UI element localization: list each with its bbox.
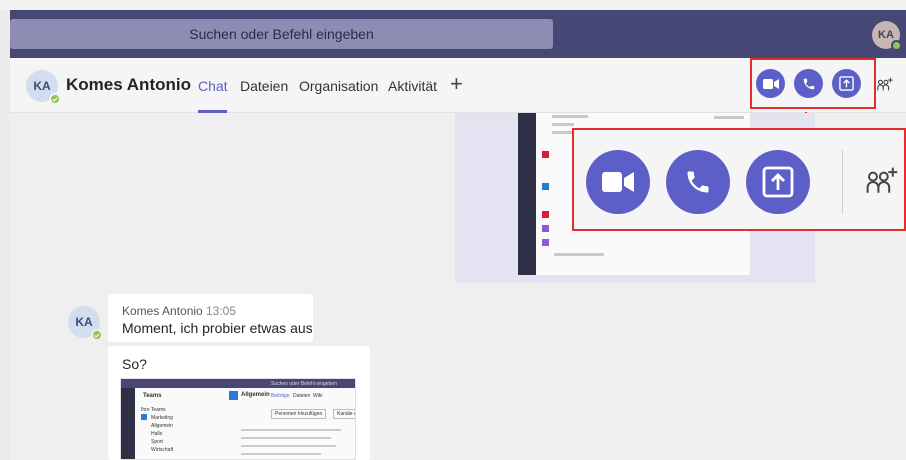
presence-available-icon [49,93,61,105]
mini-text-line [554,253,604,256]
mini-title-bar: Suchen oder Befehl eingeben [121,379,355,388]
mini-tab: Dateien [293,393,311,399]
audio-call-icon [687,171,709,193]
presence-available-icon [91,329,103,341]
mini-list-item: Hallo [151,431,163,437]
chat-header: KA Komes Antonio Chat Dateien Organisati… [10,58,906,113]
add-tab-button[interactable]: + [450,71,463,97]
mini-text-line [552,115,588,118]
contact-name: Komes Antonio [66,75,191,94]
mini-app-rail [518,113,536,275]
zoom-audio-call-button[interactable] [666,150,730,214]
top-strip [0,0,906,10]
mini-list-item: Wirtschaft [151,447,174,453]
mini-tab: Beiträge [271,393,290,399]
mini-teams-label: Teams [143,393,162,399]
mini-team-icon [542,239,549,246]
add-people-icon[interactable] [876,76,894,94]
video-call-icon [762,78,779,89]
call-buttons-zoom-callout [572,128,906,231]
audio-call-icon [803,78,814,89]
share-screen-icon [762,166,794,198]
video-call-button[interactable] [756,69,785,98]
mini-search: Suchen oder Befehl eingeben [271,381,337,387]
mini-text-line [241,429,341,431]
tab-chat[interactable]: Chat [198,78,228,94]
mini-team-icon [141,414,147,420]
share-screen-button[interactable] [832,69,861,98]
mini-team-icon [542,183,549,190]
mini-list-item: Sport [151,439,163,445]
mini-button: Personen hinzufügen [271,409,327,419]
mini-team-icon [542,211,549,218]
mini-team-icon [542,151,549,158]
zoom-share-screen-button[interactable] [746,150,810,214]
mini-team-icon [542,225,549,232]
message-time: 13:05 [206,304,237,318]
mini-text-line [241,453,321,455]
mini-list-item: Allgemein [151,423,173,429]
contact-avatar-initials: KA [33,79,51,93]
mini-text-line [714,116,744,119]
mini-tab: Wiki [313,393,323,399]
mini-button: Kanäle erst [333,409,355,419]
tab-dateien[interactable]: Dateien [240,78,288,94]
audio-call-button[interactable] [794,69,823,98]
mini-channel-icon [229,391,238,400]
message-text: Moment, ich probier etwas aus [122,320,313,336]
message-avatar-initials: KA [75,315,93,329]
contact-avatar[interactable]: KA [26,70,61,105]
zoom-video-call-button[interactable] [586,150,650,214]
search-input[interactable]: Suchen oder Befehl eingeben [10,19,553,49]
mini-text-line [241,445,336,447]
title-bar: Suchen oder Befehl eingeben KA [10,10,906,58]
message-author: Komes Antonio [122,304,203,318]
add-people-icon[interactable] [864,164,900,200]
mini-list-item: Marketing [151,415,173,421]
presence-available-icon [891,40,902,51]
tab-aktivitaet[interactable]: Aktivität [388,78,437,94]
video-call-icon [602,172,634,192]
mini-text-line [552,123,574,126]
message-bubble[interactable]: Komes Antonio 13:05 Moment, ich probier … [108,294,313,342]
user-avatar[interactable]: KA [872,21,902,51]
message-avatar[interactable]: KA [68,306,103,341]
share-screen-icon [839,76,854,91]
mini-list-item: Ihre Teams [141,407,166,413]
call-buttons-highlight [750,58,876,109]
user-avatar-initials: KA [878,29,894,41]
shared-image-teams-screenshot[interactable]: Suchen oder Befehl eingeben Teams Ihre T… [120,378,356,460]
mini-channel-name: Allgemein [241,392,270,398]
message-bubble[interactable]: So? Suchen oder Befehl eingeben Teams Ih… [108,346,370,460]
mini-text-line [241,437,331,439]
mini-app-rail [121,388,135,459]
toolbar-divider [842,150,843,214]
message-text: So? [122,356,147,372]
tab-organisation[interactable]: Organisation [299,78,378,94]
